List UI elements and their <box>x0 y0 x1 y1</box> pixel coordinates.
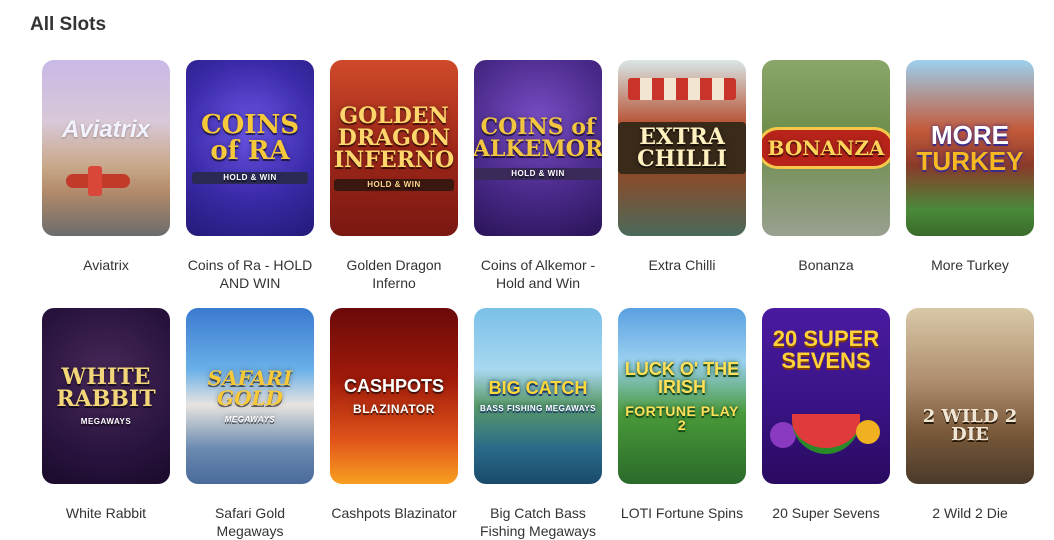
game-art-subtitle: HOLD & WIN <box>192 172 308 184</box>
game-art-title: BONANZA <box>762 127 890 169</box>
game-art-subtitle: MEGAWAYS <box>224 415 276 424</box>
game-title[interactable]: Bonanza <box>762 256 890 274</box>
game-card-cashpots-blazinator[interactable]: CASHPOTS BLAZINATOR Cashpots Blazinator <box>330 308 458 534</box>
game-thumbnail[interactable]: Aviatrix <box>42 60 170 236</box>
game-art-title: GOLDEN DRAGON INFERNO HOLD & WIN <box>330 105 458 191</box>
game-art-title-line2: TURKEY <box>916 146 1024 176</box>
game-card-more-turkey[interactable]: MORE TURKEY More Turkey <box>906 60 1034 308</box>
game-art-subtitle: FORTUNE PLAY 2 <box>625 403 739 433</box>
game-art-title-text: LUCK O' THE IRISH <box>624 359 740 397</box>
game-card-aviatrix[interactable]: Aviatrix Aviatrix <box>42 60 170 308</box>
game-art-subtitle: HOLD & WIN <box>333 179 455 191</box>
game-art-title-text: WHITE RABBIT <box>56 364 156 412</box>
game-art-title: EXTRA CHILLI <box>618 122 746 174</box>
game-thumbnail[interactable]: MORE TURKEY <box>906 60 1034 236</box>
slots-grid: Aviatrix Aviatrix COINS of RA HOLD & WIN… <box>42 60 1034 539</box>
game-card-safari-gold-megaways[interactable]: SAFARI GOLD MEGAWAYS Safari Gold Megaway… <box>186 308 314 539</box>
game-thumbnail[interactable]: LUCK O' THE IRISH FORTUNE PLAY 2 <box>618 308 746 484</box>
game-card-extra-chilli[interactable]: EXTRA CHILLI Extra Chilli <box>618 60 746 308</box>
game-thumbnail[interactable]: COINS of ALKEMOR HOLD & WIN <box>474 60 602 236</box>
game-thumbnail[interactable]: GOLDEN DRAGON INFERNO HOLD & WIN <box>330 60 458 236</box>
game-art-title-text: GOLDEN DRAGON INFERNO <box>333 103 455 173</box>
game-art-title-text: COINS of RA <box>200 110 300 166</box>
game-card-white-rabbit[interactable]: WHITE RABBIT MEGAWAYS White Rabbit <box>42 308 170 534</box>
game-title[interactable]: White Rabbit <box>42 504 170 522</box>
orange-graphic <box>856 420 880 444</box>
game-title[interactable]: Golden Dragon Inferno <box>330 256 458 292</box>
game-art-title: LUCK O' THE IRISH FORTUNE PLAY 2 <box>618 360 746 432</box>
awning-graphic <box>628 78 736 100</box>
watermelon-graphic <box>792 414 860 454</box>
game-art-title-text: BIG CATCH <box>488 378 588 398</box>
game-art-title: WHITE RABBIT MEGAWAYS <box>42 366 170 426</box>
game-title[interactable]: Coins of Alkemor - Hold and Win <box>474 256 602 292</box>
game-thumbnail[interactable]: BONANZA <box>762 60 890 236</box>
game-card-coins-of-ra[interactable]: COINS of RA HOLD & WIN Coins of Ra - HOL… <box>186 60 314 308</box>
game-card-coins-of-alkemor[interactable]: COINS of ALKEMOR HOLD & WIN Coins of Alk… <box>474 60 602 308</box>
game-art-title: 20 SUPER SEVENS <box>772 326 880 373</box>
game-title[interactable]: Big Catch Bass Fishing Megaways <box>474 504 602 540</box>
game-card-golden-dragon-inferno[interactable]: GOLDEN DRAGON INFERNO HOLD & WIN Golden … <box>330 60 458 308</box>
game-thumbnail[interactable]: 20 SUPER SEVENS <box>762 308 890 484</box>
game-art-subtitle: BLAZINATOR <box>353 402 435 416</box>
game-title[interactable]: 20 Super Sevens <box>762 504 890 522</box>
section-title: All Slots <box>30 14 107 35</box>
game-card-loti-fortune-spins[interactable]: LUCK O' THE IRISH FORTUNE PLAY 2 LOTI Fo… <box>618 308 746 534</box>
game-thumbnail[interactable]: COINS of RA HOLD & WIN <box>186 60 314 236</box>
game-title[interactable]: 2 Wild 2 Die <box>906 504 1034 522</box>
game-thumbnail[interactable]: WHITE RABBIT MEGAWAYS <box>42 308 170 484</box>
game-art-title: CASHPOTS BLAZINATOR <box>338 377 450 415</box>
game-thumbnail[interactable]: CASHPOTS BLAZINATOR <box>330 308 458 484</box>
game-title[interactable]: Aviatrix <box>42 256 170 274</box>
game-thumbnail[interactable]: SAFARI GOLD MEGAWAYS <box>186 308 314 484</box>
game-art-title: BIG CATCH BASS FISHING MEGAWAYS <box>474 379 602 413</box>
game-art-title: MORE TURKEY <box>911 122 1030 174</box>
game-thumbnail[interactable]: BIG CATCH BASS FISHING MEGAWAYS <box>474 308 602 484</box>
game-art-title: 2 WILD 2 DIE <box>922 406 1018 445</box>
game-art-title: COINS of RA HOLD & WIN <box>186 112 314 184</box>
game-title[interactable]: Coins of Ra - HOLD AND WIN <box>186 256 314 292</box>
game-title[interactable]: LOTI Fortune Spins <box>618 504 746 522</box>
game-thumbnail[interactable]: 2 WILD 2 DIE <box>906 308 1034 484</box>
game-card-2-wild-2-die[interactable]: 2 WILD 2 DIE 2 Wild 2 Die <box>906 308 1034 534</box>
plane-graphic <box>66 166 130 196</box>
game-art-subtitle: MEGAWAYS <box>80 417 132 426</box>
game-art-subtitle: BASS FISHING MEGAWAYS <box>480 404 596 413</box>
game-card-bonanza[interactable]: BONANZA Bonanza <box>762 60 890 308</box>
game-card-big-catch-bass-fishing[interactable]: BIG CATCH BASS FISHING MEGAWAYS Big Catc… <box>474 308 602 539</box>
game-art-title-text: CASHPOTS <box>343 376 444 396</box>
game-art-title: SAFARI GOLD MEGAWAYS <box>186 368 314 424</box>
game-title[interactable]: More Turkey <box>906 256 1034 274</box>
game-thumbnail[interactable]: EXTRA CHILLI <box>618 60 746 236</box>
game-art-title: COINS of ALKEMOR HOLD & WIN <box>474 116 602 180</box>
game-art-subtitle: HOLD & WIN <box>474 168 602 180</box>
game-art-title: Aviatrix <box>61 116 151 143</box>
game-art-title-text: SAFARI GOLD <box>207 366 293 410</box>
game-title[interactable]: Safari Gold Megaways <box>186 504 314 540</box>
game-title[interactable]: Cashpots Blazinator <box>330 504 458 522</box>
game-art-title-text: COINS of ALKEMOR <box>474 114 602 162</box>
game-title[interactable]: Extra Chilli <box>618 256 746 274</box>
game-card-20-super-sevens[interactable]: 20 SUPER SEVENS 20 Super Sevens <box>762 308 890 534</box>
